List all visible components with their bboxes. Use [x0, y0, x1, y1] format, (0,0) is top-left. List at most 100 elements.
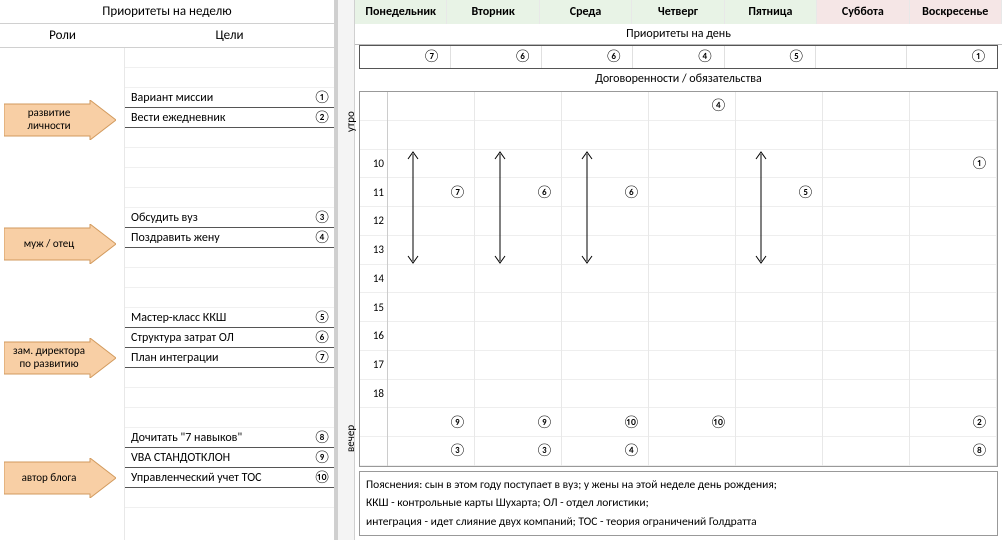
goal-number: ⑩: [310, 470, 334, 485]
day-priorities-row: ⑦⑥⑥④⑤①: [359, 45, 998, 69]
priority-cell: ⑥: [451, 46, 542, 68]
grid-cell: ②: [910, 408, 996, 437]
goal-row: [125, 128, 334, 148]
grid-cell: [736, 150, 822, 179]
day-header: Понедельник: [355, 0, 447, 24]
grid-cell: [475, 207, 561, 236]
goal-row: [125, 388, 334, 408]
time-label: [360, 121, 387, 150]
goal-row: [125, 68, 334, 88]
time-column: 101112131415161718: [360, 92, 388, 466]
role-label: зам. директора по развитию: [10, 338, 88, 378]
schedule-marker: ③: [536, 443, 553, 458]
grid-cell: [649, 207, 735, 236]
goal-row: [125, 168, 334, 188]
grid-cell: [388, 322, 474, 351]
grid-cell: [823, 236, 909, 265]
grid-cell: [562, 207, 648, 236]
goal-row: Мастер-класс ККШ⑤: [125, 308, 334, 328]
grid-cell: [649, 150, 735, 179]
schedule-marker: ⑨: [536, 415, 553, 430]
goal-text: Дочитать "7 навыков": [125, 431, 310, 445]
goal-text: Мастер-класс ККШ: [125, 311, 310, 325]
grid-cell: [736, 121, 822, 150]
time-label: [360, 408, 387, 437]
goal-row: Поздравить жену④: [125, 228, 334, 248]
grid-column: ⑥⑩④: [562, 92, 649, 466]
schedule-marker: ⑨: [449, 415, 466, 430]
grid-cell: ⑨: [388, 408, 474, 437]
goal-row: Вести ежедневник②: [125, 108, 334, 128]
grid-cell: [388, 236, 474, 265]
morning-label: утро: [344, 102, 357, 142]
priority-cell: ⑥: [542, 46, 633, 68]
grid-cell: [736, 351, 822, 380]
goal-text: Поздравить жену: [125, 231, 310, 245]
grid-columns: ⑦⑨③⑥⑨③⑥⑩④④⑩⑤①②⑧: [388, 92, 997, 466]
goal-text: Вариант миссии: [125, 91, 310, 105]
schedule-marker: ⑩: [710, 415, 727, 430]
day-header: Воскресенье: [910, 0, 1002, 24]
goal-number: ⑨: [310, 450, 334, 465]
grid-cell: [823, 92, 909, 121]
grid-cell: [823, 178, 909, 207]
goal-number: ⑥: [310, 330, 334, 345]
evening-label: вечер: [344, 418, 357, 458]
priority-cell: ④: [633, 46, 724, 68]
grid-cell: [562, 121, 648, 150]
grid-cell: [823, 322, 909, 351]
goal-text: Структура затрат ОЛ: [125, 331, 310, 345]
grid-cell: [649, 380, 735, 409]
grid-column: ④⑩: [649, 92, 736, 466]
roles-column: развитие личностимуж / отецзам. директор…: [0, 48, 125, 540]
grid-cell: [910, 265, 996, 294]
grid-cell: [562, 293, 648, 322]
explain-line: интеграция - идет слияние двух компаний;…: [366, 513, 991, 531]
grid-cell: [649, 322, 735, 351]
week-priorities-title: Приоритеты на неделю: [0, 0, 334, 24]
grid-cell: [388, 121, 474, 150]
grid-cell: [736, 293, 822, 322]
priority-cell: [816, 46, 907, 68]
grid-cell: [823, 380, 909, 409]
commitments-title: Договоренности / обязательства: [355, 69, 1002, 89]
grid-cell: [823, 293, 909, 322]
grid-cell: ⑧: [910, 437, 996, 466]
days-header-row: ПонедельникВторникСредаЧетвергПятницаСуб…: [355, 0, 1002, 24]
grid-cell: [910, 351, 996, 380]
grid-cell: [910, 293, 996, 322]
grid-cell: [910, 207, 996, 236]
schedule-marker: ⑥: [623, 185, 640, 200]
grid-cell: [910, 121, 996, 150]
schedule-marker: ④: [623, 443, 640, 458]
schedule-grid: утро вечер 101112131415161718 ⑦⑨③⑥⑨③⑥⑩④④…: [359, 91, 998, 467]
goal-row: [125, 488, 334, 508]
grid-column: ①②⑧: [910, 92, 997, 466]
time-label: 10: [360, 150, 387, 179]
grid-column: ⑤: [736, 92, 823, 466]
grid-cell: [388, 380, 474, 409]
goal-row: [125, 248, 334, 268]
goal-row: [125, 188, 334, 208]
schedule-marker: ③: [449, 443, 466, 458]
grid-cell: [388, 92, 474, 121]
grid-cell: [562, 380, 648, 409]
grid-cell: [475, 92, 561, 121]
grid-cell: [388, 150, 474, 179]
grid-cell: [823, 121, 909, 150]
grid-cell: [910, 380, 996, 409]
goal-text: Обсудить вуз: [125, 211, 310, 225]
grid-cell: ⑨: [475, 408, 561, 437]
grid-cell: [475, 150, 561, 179]
goal-row: Дочитать "7 навыков"⑧: [125, 428, 334, 448]
grid-column: ⑦⑨③: [388, 92, 475, 466]
grid-cell: [649, 293, 735, 322]
goal-row: [125, 368, 334, 388]
goal-number: ⑤: [310, 310, 334, 325]
grid-cell: ⑩: [649, 408, 735, 437]
grid-cell: ④: [562, 437, 648, 466]
grid-cell: [562, 236, 648, 265]
grid-cell: [736, 408, 822, 437]
goal-row: [125, 48, 334, 68]
explain-line: Пояснения: сын в этом году поступает в в…: [366, 476, 991, 494]
